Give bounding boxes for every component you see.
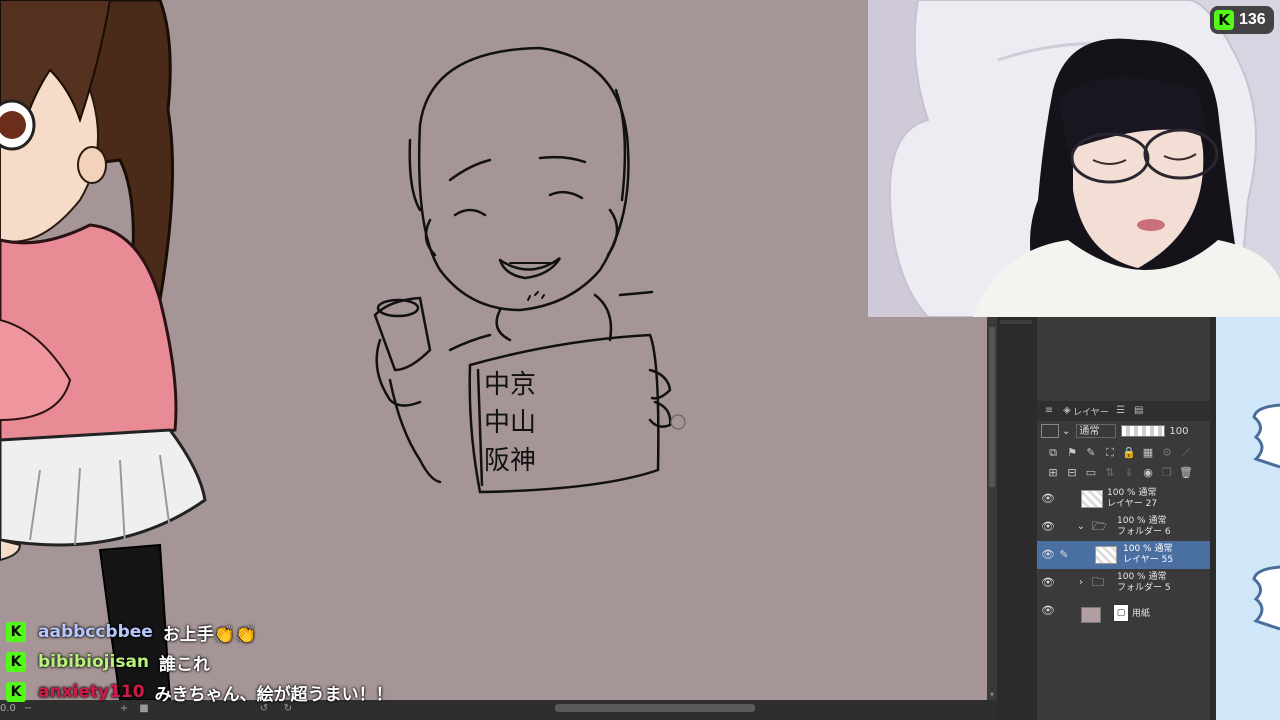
layer-thumbnail	[1081, 490, 1103, 508]
layer-thumbnail	[1095, 546, 1117, 564]
chat-username: anxiety110	[38, 682, 145, 702]
layer-name: レイヤー 27	[1107, 499, 1158, 509]
eye-icon[interactable]: 👁	[1040, 604, 1056, 618]
mask-icon[interactable]: ▦	[1140, 445, 1156, 461]
draft-icon[interactable]: ✎	[1083, 445, 1099, 461]
kick-logo-icon: K	[6, 652, 26, 672]
chat-username: aabbccbbee	[38, 622, 153, 642]
tab-layers[interactable]: ◈ レイヤー	[1061, 405, 1109, 418]
chat-message: K anxiety110 みきちゃん、絵が超うまい！！	[6, 677, 606, 707]
stack-icon: ▤	[1134, 405, 1144, 416]
layer-panel-tabs: ≡ ◈ レイヤー ☰ ▤	[1037, 401, 1210, 421]
kick-logo-icon: K	[1214, 10, 1234, 30]
layer-toolbar-row-2: ⊞ ⊟ ▭ ⇅ ⇓ ◉ ❐ 🗑	[1045, 465, 1205, 481]
tab-stack[interactable]: ▤	[1133, 405, 1145, 417]
eye-icon[interactable]: 👁	[1040, 548, 1056, 562]
layer-meta: 100 % 通常 フォルダー 6	[1117, 516, 1171, 538]
trash-icon[interactable]: 🗑	[1178, 465, 1194, 481]
tab-layers-label: レイヤー	[1073, 407, 1109, 418]
mask-settings-icon[interactable]: ⚙	[1159, 445, 1175, 461]
tab-menu-icon[interactable]: ≡	[1043, 405, 1055, 417]
sketch-text-line: 中京	[484, 370, 537, 400]
kick-logo-icon: K	[6, 622, 26, 642]
chevron-down-icon[interactable]: ⌄	[1062, 426, 1070, 437]
dock-handle[interactable]	[1000, 320, 1032, 324]
chevron-right-icon[interactable]: ›	[1075, 576, 1087, 590]
layer-color-swatch[interactable]	[1041, 424, 1059, 438]
chat-text: みきちゃん、絵が超うまい！！	[154, 684, 393, 705]
apply-mask-icon[interactable]: ◉	[1140, 465, 1156, 481]
tab-history[interactable]: ☰	[1115, 405, 1127, 417]
layers-icon: ◈	[1063, 405, 1071, 416]
layer-row[interactable]: 👁 100 % 通常 レイヤー 27	[1037, 485, 1210, 513]
scroll-down-arrow-icon[interactable]: ▾	[987, 690, 997, 700]
pen-icon: ✎	[1059, 548, 1069, 561]
ruler-icon[interactable]: ⟋	[1178, 445, 1194, 461]
history-icon: ☰	[1116, 405, 1126, 416]
layer-name: レイヤー 55	[1123, 555, 1174, 565]
chat-username: bibibiojisan	[38, 652, 150, 672]
viewer-count-badge: K 136	[1210, 6, 1274, 34]
sketch-text-block: 中京 中山 阪神	[484, 366, 564, 480]
layer-blend-info: 100 % 通常	[1117, 516, 1167, 526]
kick-logo-icon: K	[6, 682, 26, 702]
reference-image-panel	[1216, 317, 1280, 720]
lock-transparency-icon[interactable]: ⛶	[1102, 445, 1118, 461]
sketch-text-line: 阪神	[484, 446, 537, 476]
opacity-value[interactable]: 100	[1169, 426, 1188, 437]
canvas-vertical-scrollbar[interactable]: ▾	[987, 317, 997, 700]
opacity-slider[interactable]	[1121, 425, 1166, 437]
chat-text: 誰これ	[159, 654, 211, 675]
layer-toolbar-row-1: ⧉ ⚑ ✎ ⛶ 🔒 ▦ ⚙ ⟋	[1045, 445, 1205, 461]
chevron-down-icon[interactable]: ⌄	[1075, 520, 1087, 534]
layer-row[interactable]: 👁 › 🗀 100 % 通常 フォルダー 5	[1037, 569, 1210, 597]
new-folder-icon[interactable]: ▭	[1083, 465, 1099, 481]
new-raster-icon[interactable]: ⊞	[1045, 465, 1061, 481]
layer-blend-info: 100 % 通常	[1107, 488, 1157, 498]
lock-icon[interactable]: 🔒	[1121, 445, 1137, 461]
layer-row[interactable]: 👁 ⌄ 🗁 100 % 通常 フォルダー 6	[1037, 513, 1210, 541]
layer-row[interactable]: 👁 ▢ 用紙	[1037, 597, 1210, 625]
layer-meta: 100 % 通常 レイヤー 27	[1107, 488, 1157, 510]
paper-icon: ▢	[1113, 604, 1129, 622]
new-vector-icon[interactable]: ⊟	[1064, 465, 1080, 481]
folder-open-icon: 🗁	[1092, 519, 1107, 533]
layer-name: フォルダー 5	[1117, 583, 1171, 593]
layer-name: フォルダー 6	[1117, 527, 1171, 537]
panel-dock-strip	[997, 317, 1037, 720]
panel-empty-area	[1037, 317, 1210, 401]
chat-overlay: K aabbccbbee お上手👏👏 K bibibiojisan 誰これ K …	[6, 617, 606, 707]
sketch-text-line: 中山	[484, 408, 537, 438]
duplicate-icon[interactable]: ❐	[1159, 465, 1175, 481]
blend-mode-select[interactable]: 通常	[1076, 424, 1117, 438]
layer-panel: ≡ ◈ レイヤー ☰ ▤ ⌄ 通常 100 ⧉ ⚑ ✎ ⛶ 🔒 ▦ ⚙ ⟋ ⊞ …	[1037, 317, 1210, 720]
eye-icon[interactable]: 👁	[1040, 492, 1056, 506]
layer-meta: 100 % 通常 フォルダー 5	[1117, 572, 1171, 594]
eye-icon[interactable]: 👁	[1040, 520, 1056, 534]
drawing-canvas[interactable]: 中京 中山 阪神	[0, 0, 987, 700]
layer-name: 用紙	[1132, 609, 1151, 619]
viewer-count: 136	[1239, 11, 1266, 28]
chat-message: K aabbccbbee お上手👏👏	[6, 617, 606, 647]
merge-icon[interactable]: ⇓	[1121, 465, 1137, 481]
chat-text: お上手👏👏	[162, 624, 257, 645]
folder-icon: 🗀	[1092, 575, 1105, 589]
clip-icon[interactable]: ⧉	[1045, 445, 1061, 461]
scroll-thumb[interactable]	[989, 327, 995, 487]
layer-blend-info: 100 % 通常	[1117, 572, 1167, 582]
paper-color-swatch	[1081, 607, 1101, 623]
transfer-icon[interactable]: ⇅	[1102, 465, 1118, 481]
layer-properties-bar: ⌄ 通常 100	[1037, 421, 1210, 441]
layer-meta: 100 % 通常 レイヤー 55	[1123, 544, 1173, 566]
eye-icon[interactable]: 👁	[1040, 576, 1056, 590]
reference-icon[interactable]: ⚑	[1064, 445, 1080, 461]
anime-character-illustration	[0, 0, 207, 700]
layer-row-selected[interactable]: 👁 ✎ 100 % 通常 レイヤー 55	[1037, 541, 1210, 569]
chat-message: K bibibiojisan 誰これ	[6, 647, 606, 677]
layer-blend-info: 100 % 通常	[1123, 544, 1173, 554]
streamer-webcam	[868, 0, 1280, 317]
